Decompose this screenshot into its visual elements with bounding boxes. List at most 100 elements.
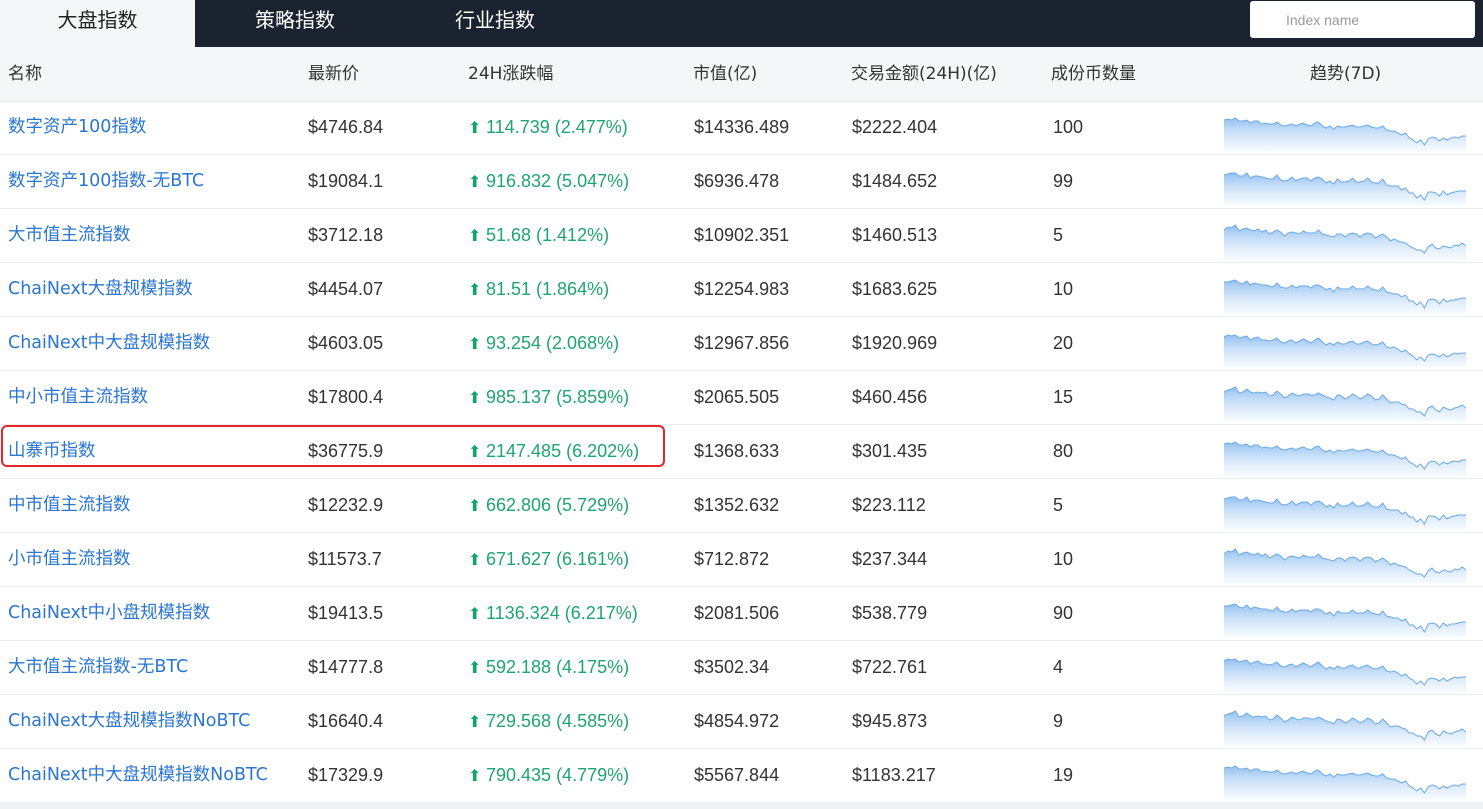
col-market-cap: 市值(亿) [693,64,758,84]
table-row[interactable]: ChaiNext大盘规模指数 $4454.07 ⬆ 81.51 (1.864%) $12… [0,263,1483,317]
change-value: 51.68 (1.412%) [486,225,610,245]
trend-sparkline [1224,441,1466,475]
constituent-count: 10 [1053,279,1074,299]
latest-price: $19084.1 [308,171,384,191]
change-24h: ⬆ 985.137 (5.859%) [468,371,629,425]
latest-price: $17800.4 [308,387,384,407]
up-arrow-icon: ⬆ [468,768,482,785]
search-input[interactable] [1250,1,1475,38]
volume-24h: $460.456 [852,387,928,407]
volume-24h: $223.112 [852,495,926,515]
latest-price: $17329.9 [308,765,384,785]
change-value: 114.739 (2.477%) [486,117,628,137]
change-24h: ⬆ 2147.485 (6.202%) [468,425,639,479]
market-cap: $2065.505 [694,387,780,407]
change-value: 671.627 (6.161%) [486,549,630,569]
table-row[interactable]: 中小市值主流指数 $17800.4 ⬆ 985.137 (5.859%) $2065.5… [0,371,1483,425]
up-arrow-icon: ⬆ [468,174,482,191]
trend-sparkline [1224,765,1466,799]
table-header: 名称 最新价 24H涨跌幅 市值(亿) 交易金额(24H)(亿) 成份币数量 趋… [0,47,1483,102]
footer-strip [0,802,1483,809]
volume-24h: $1183.217 [852,765,936,785]
index-name-link[interactable]: ChaiNext中大盘规模指数NoBTC [8,749,268,802]
market-cap: $6936.478 [694,171,780,191]
trend-sparkline [1224,279,1466,313]
change-value: 93.254 (2.068%) [486,333,620,353]
market-cap: $12254.983 [694,279,790,299]
trend-sparkline [1224,658,1466,691]
table-row[interactable]: 数字资产100指数 $4746.84 ⬆ 114.739 (2.477%) $14336… [0,101,1483,155]
volume-24h: $1683.625 [852,279,938,299]
index-name-link[interactable]: ChaiNext中小盘规模指数 [8,587,210,640]
market-cap: $1352.632 [694,495,780,515]
table-row[interactable]: 大市值主流指数-无BTC $14777.8 ⬆ 592.188 (4.175%) $35… [0,641,1483,695]
change-value: 916.832 (5.047%) [486,171,630,191]
table-row[interactable]: 数字资产100指数-无BTC $19084.1 ⬆ 916.832 (5.047%) $… [0,155,1483,209]
change-24h: ⬆ 1136.324 (6.217%) [468,587,638,641]
table-row[interactable]: 山寨币指数 $36775.9 ⬆ 2147.485 (6.202%) $1368.633… [0,425,1483,479]
table-row[interactable]: ChaiNext中小盘规模指数 $19413.5 ⬆ 1136.324 (6.217%… [0,587,1483,641]
latest-price: $3712.18 [308,225,384,245]
constituent-count: 80 [1053,441,1074,461]
change-value: 592.188 (4.175%) [486,657,630,677]
volume-24h: $945.873 [852,711,928,731]
tab-industry-index[interactable]: 行业指数 [395,0,595,47]
volume-24h: $2222.404 [852,117,938,137]
change-value: 1136.324 (6.217%) [486,603,638,623]
latest-price: $11573.7 [308,549,382,569]
constituent-count: 10 [1053,549,1074,569]
market-cap: $1368.633 [694,441,780,461]
constituent-count: 9 [1053,711,1064,731]
tab-market-index[interactable]: 大盘指数 [0,0,195,47]
latest-price: $16640.4 [308,711,384,731]
volume-24h: $237.344 [852,549,928,569]
index-name-link[interactable]: 数字资产100指数 [8,101,146,154]
index-name-link[interactable]: 小市值主流指数 [8,533,131,586]
trend-sparkline [1224,386,1466,421]
latest-price: $4603.05 [308,333,384,353]
table-row[interactable]: 大市值主流指数 $3712.18 ⬆ 51.68 (1.412%) $10902.351… [0,209,1483,263]
volume-24h: $722.761 [852,657,928,677]
up-arrow-icon: ⬆ [468,336,482,353]
change-24h: ⬆ 729.568 (4.585%) [468,695,629,749]
latest-price: $19413.5 [308,603,384,623]
index-name-link[interactable]: ChaiNext大盘规模指数NoBTC [8,695,250,748]
tab-strategy-index[interactable]: 策略指数 [195,0,395,47]
volume-24h: $538.779 [852,603,928,623]
volume-24h: $1460.513 [852,225,938,245]
index-name-link[interactable]: 大市值主流指数-无BTC [8,641,188,694]
market-cap: $10902.351 [694,225,790,245]
change-24h: ⬆ 114.739 (2.477%) [468,101,628,155]
table-row[interactable]: ChaiNext中大盘规模指数NoBTC $17329.9 ⬆ 790.435 (4.… [0,749,1483,803]
table-row[interactable]: 中市值主流指数 $12232.9 ⬆ 662.806 (5.729%) $1352.63… [0,479,1483,533]
index-name-link[interactable]: ChaiNext大盘规模指数 [8,263,193,316]
market-cap: $4854.972 [694,711,780,731]
col-trend: 趋势(7D) [1310,64,1382,84]
latest-price: $36775.9 [308,441,384,461]
sparkline-area [1224,659,1466,691]
constituent-count: 5 [1053,225,1064,245]
col-constituent-count: 成份币数量 [1051,64,1136,84]
sparkline-area [1224,549,1466,583]
change-value: 985.137 (5.859%) [486,387,630,407]
trend-sparkline [1224,603,1466,637]
constituent-count: 100 [1053,117,1084,137]
index-name-link[interactable]: 山寨币指数 [8,425,96,478]
index-name-link[interactable]: ChaiNext中大盘规模指数 [8,317,210,370]
sparkline-area [1224,225,1466,259]
volume-24h: $301.435 [852,441,928,461]
change-24h: ⬆ 51.68 (1.412%) [468,209,609,263]
latest-price: $4454.07 [308,279,384,299]
latest-price: $4746.84 [308,117,384,137]
index-name-link[interactable]: 数字资产100指数-无BTC [8,155,204,208]
constituent-count: 5 [1053,495,1064,515]
table-row[interactable]: ChaiNext大盘规模指数NoBTC $16640.4 ⬆ 729.568 (4.5… [0,695,1483,749]
table-row[interactable]: ChaiNext中大盘规模指数 $4603.05 ⬆ 93.254 (2.068%) $… [0,317,1483,371]
table-row[interactable]: 小市值主流指数 $11573.7 ⬆ 671.627 (6.161%) $712.872… [0,533,1483,587]
index-name-link[interactable]: 大市值主流指数 [8,209,131,262]
index-name-link[interactable]: 中市值主流指数 [8,479,131,532]
latest-price: $14777.8 [308,657,384,677]
constituent-count: 99 [1053,171,1074,191]
index-name-link[interactable]: 中小市值主流指数 [8,371,148,424]
up-arrow-icon: ⬆ [468,390,482,407]
